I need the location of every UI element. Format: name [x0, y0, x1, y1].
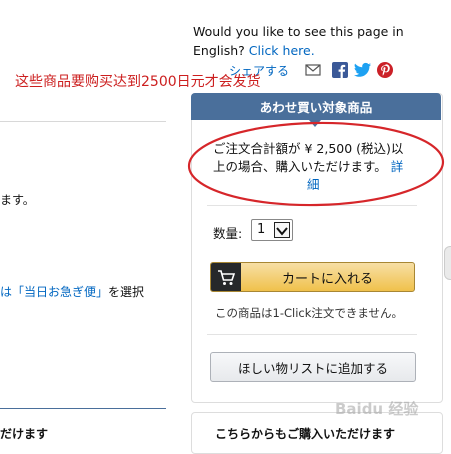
- watermark: Baidu 经验: [335, 400, 419, 418]
- carousel-scroll-handle[interactable]: [444, 246, 451, 280]
- annotation-ellipse: [187, 121, 445, 207]
